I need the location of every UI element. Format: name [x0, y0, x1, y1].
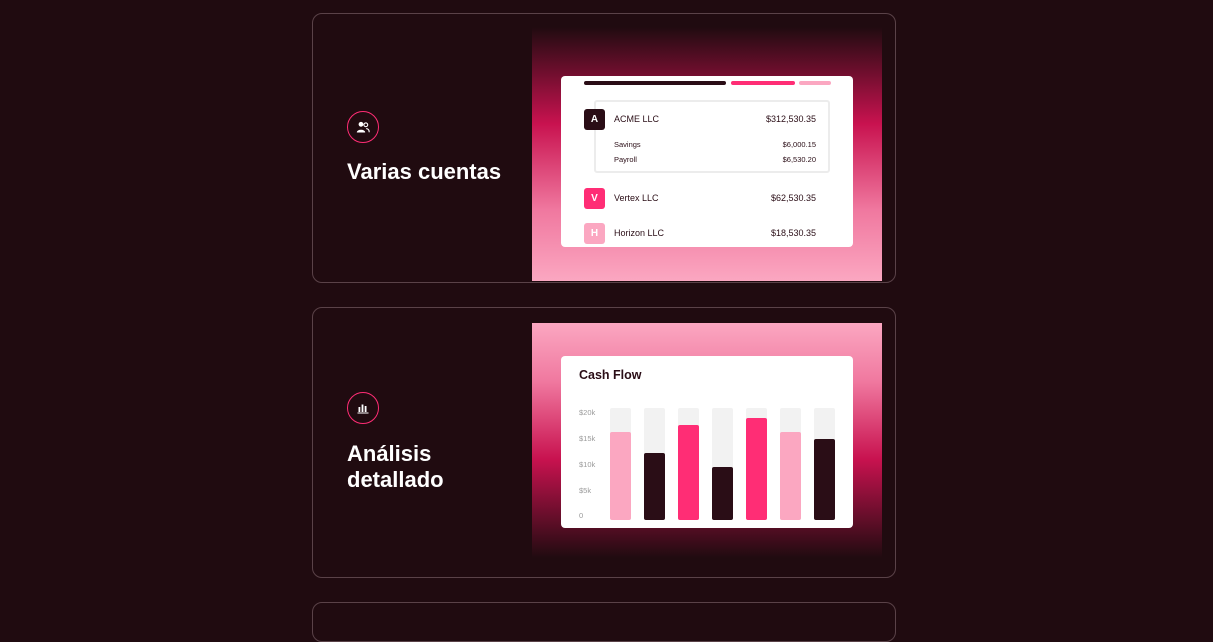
account-amount: $312,530.35 [765, 114, 816, 124]
y-tick-label: $15k [579, 434, 596, 443]
users-icon [347, 111, 379, 143]
progress-segment [799, 81, 831, 85]
cashflow-visual: Cash Flow $20k $15k $10k $5k 0 [532, 323, 882, 558]
sub-account-name: Payroll [614, 155, 637, 164]
y-tick-label: $5k [579, 486, 592, 495]
progress-segment [584, 81, 726, 85]
chart-title: Cash Flow [579, 368, 642, 382]
bar-chart-icon [347, 392, 379, 424]
accounts-visual: A ACME LLC $312,530.35 Savings $6,000.15… [532, 27, 882, 281]
account-amount: $18,530.35 [770, 228, 816, 238]
cashflow-bar [644, 453, 665, 520]
cashflow-bar [712, 467, 733, 520]
y-tick-label: $10k [579, 460, 596, 469]
feature-title: Varias cuentas [347, 159, 502, 184]
progress-segment [731, 81, 795, 85]
account-name: ACME LLC [614, 114, 660, 124]
cashflow-chart: Cash Flow $20k $15k $10k $5k 0 [561, 356, 853, 528]
feature-title: Análisis detallado [347, 441, 527, 493]
feature-card-detailed-analysis: Análisis detallado Cash Flow $20k $15k $… [312, 307, 896, 578]
feature-title-line: detallado [347, 467, 444, 492]
account-name: Vertex LLC [614, 193, 659, 203]
feature-title-line: Análisis [347, 441, 432, 466]
y-tick-label: 0 [579, 511, 584, 520]
account-amount: $62,530.35 [770, 193, 816, 203]
sub-account-amount: $6,000.15 [782, 140, 816, 149]
feature-card-multiple-accounts: Varias cuentas A ACME LLC $312,530.35 Sa… [312, 13, 896, 283]
cashflow-bar [746, 418, 767, 520]
sub-account-name: Savings [614, 140, 641, 149]
cashflow-bar [814, 439, 835, 520]
account-badge: H [584, 223, 605, 244]
accounts-panel: A ACME LLC $312,530.35 Savings $6,000.15… [561, 76, 853, 247]
account-badge: A [584, 109, 605, 130]
cashflow-bar [780, 432, 801, 520]
cashflow-bar [610, 432, 631, 520]
cashflow-bar [678, 425, 699, 520]
sub-account-amount: $6,530.20 [782, 155, 816, 164]
y-tick-label: $20k [579, 408, 596, 417]
feature-card-partial [312, 602, 896, 642]
account-badge: V [584, 188, 605, 209]
account-name: Horizon LLC [614, 228, 665, 238]
